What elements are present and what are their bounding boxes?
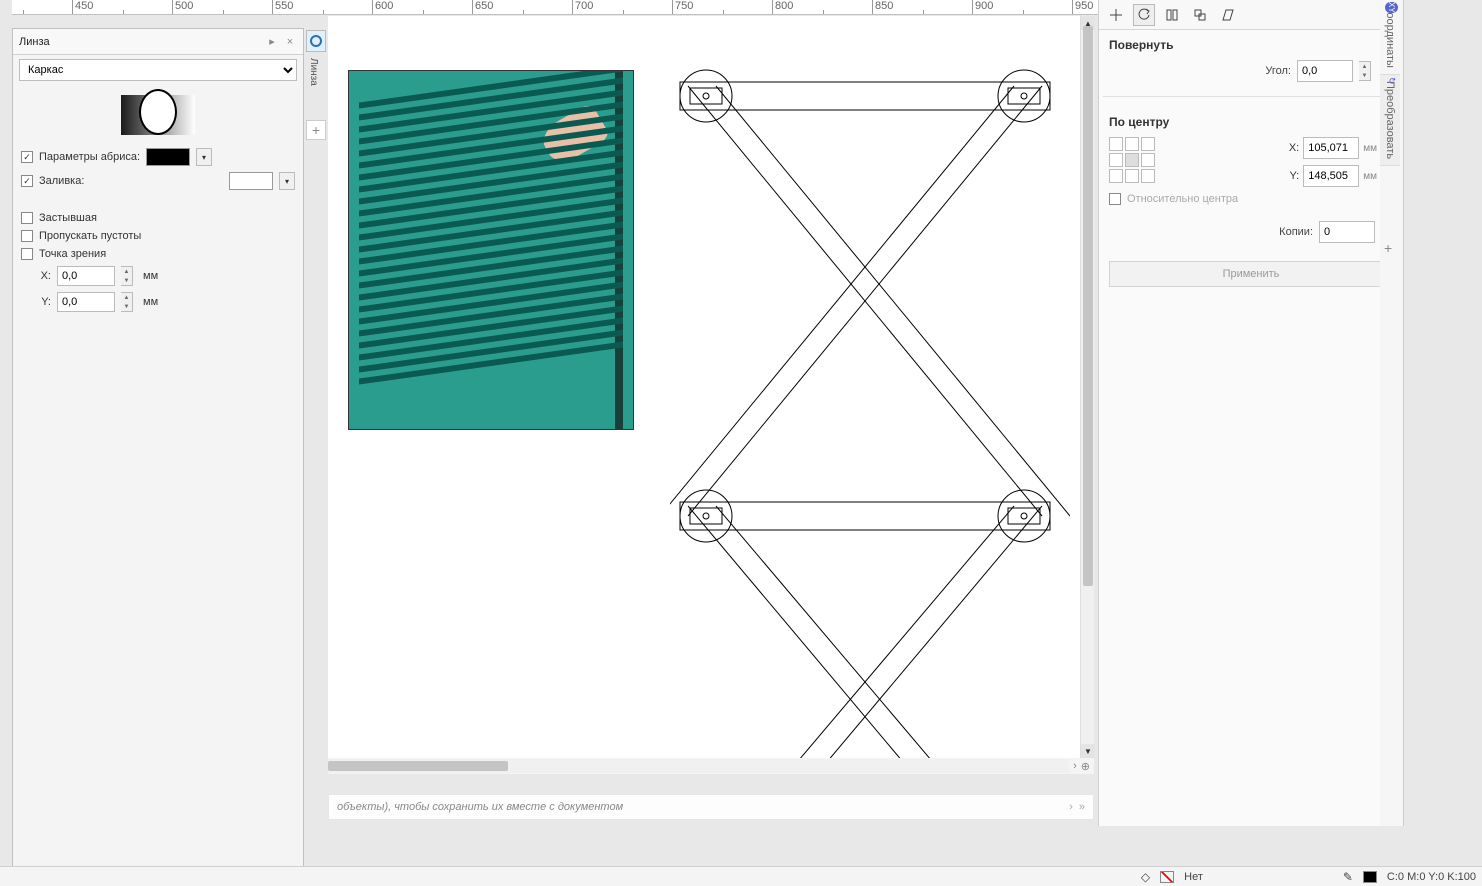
frozen-label: Застывшая [39,212,97,224]
left-docker-tabs: Линза + [306,30,326,150]
ruler-tick: 700 [572,0,672,15]
ruler-tick: 400 [12,0,72,15]
hint-text: объекты), чтобы сохранить их вместе с до… [337,801,1063,813]
viewpoint-y-input[interactable] [57,292,115,312]
fill-swatch-icon[interactable]: ◇ [1141,870,1150,884]
ruler-tick: 450 [72,0,172,15]
x-unit: мм [143,270,158,282]
scale-tab-icon[interactable] [1189,4,1211,26]
center-y-label: Y: [1285,170,1299,182]
ruler-tick: 800 [772,0,872,15]
transform-mode-tabs [1099,0,1403,30]
center-x-label: X: [1285,142,1299,154]
canvas-area[interactable] [328,16,1094,758]
scroll-down-icon[interactable]: ▼ [1081,744,1095,758]
angle-input[interactable] [1297,60,1353,82]
outline-color-well[interactable] [146,148,190,166]
lens-docker-panel: Линза ▸ × Каркас Параметры абриса: ▾ Зал… [12,28,304,874]
hint-bar: объекты), чтобы сохранить их вместе с до… [328,794,1094,820]
center-section-title: По центру [1099,107,1403,133]
ruler-tick: 600 [372,0,472,15]
collapse-icon[interactable]: ▸ [265,35,279,49]
position-tab-icon[interactable] [1105,4,1127,26]
add-docker-button[interactable]: + [306,120,326,140]
lens-type-select[interactable]: Каркас [19,59,297,81]
lens-tab-label[interactable]: Линза [306,54,321,90]
page-nav-chevron-icon[interactable]: › [1073,760,1077,773]
outline-color-swatch[interactable] [1363,871,1377,883]
reference-photo[interactable] [348,70,634,430]
anchor-center-cell[interactable] [1125,153,1139,167]
transform-badge-icon: ↻ [1387,77,1397,85]
rotate-section-title: Повернуть [1099,30,1403,56]
center-y-unit: мм [1363,171,1377,182]
fill-status-label: Нет [1184,871,1203,883]
skip-empty-label: Пропускать пустоты [39,230,141,242]
skew-tab-icon[interactable] [1217,4,1239,26]
center-x-input[interactable] [1303,137,1359,159]
coordinates-docker-tab[interactable]: XY Координаты [1380,0,1400,75]
status-bar: ◇ Нет ✎ C:0 M:0 Y:0 K:100 [0,866,1482,886]
angle-label: Угол: [1265,65,1291,77]
outline-label: Параметры абриса: [39,151,140,163]
relative-center-label: Относительно центра [1127,193,1238,205]
lens-panel-title: Линза [19,36,261,48]
skip-empty-checkbox[interactable] [21,230,33,242]
frozen-checkbox[interactable] [21,212,33,224]
ruler-tick: 650 [472,0,572,15]
horizontal-scroll-track[interactable] [328,759,1069,773]
technical-drawing[interactable] [670,66,1070,758]
canvas-horizontal-scrollbar: › ⊕ [328,758,1094,774]
right-docker-tabs: XY Координаты ↻ Преобразовать + [1380,0,1404,826]
viewpoint-y-label: Y: [21,296,51,308]
canvas-vertical-scrollbar[interactable]: ▲ ▼ [1080,16,1094,758]
ruler-tick: 850 [872,0,972,15]
outline-checkbox[interactable] [21,151,33,163]
ruler-tick: 900 [972,0,1072,15]
close-icon[interactable]: × [283,35,297,49]
fill-none-swatch[interactable] [1160,871,1174,883]
viewpoint-x-spinner[interactable]: ▲▼ [121,266,133,286]
viewpoint-x-label: X: [21,270,51,282]
transform-docker-tab[interactable]: ↻ Преобразовать [1380,75,1400,166]
zoom-tool-icon[interactable]: ⊕ [1081,760,1090,773]
copies-label: Копии: [1279,226,1313,238]
transform-docker-panel: Повернуть Угол: ▲▼ По центру X: мм ▲▼ Y:… [1098,0,1404,826]
ruler-tick: 500 [172,0,272,15]
viewpoint-checkbox[interactable] [21,248,33,260]
mirror-tab-icon[interactable] [1161,4,1183,26]
apply-button[interactable]: Применить [1109,261,1393,287]
lens-tab-icon[interactable] [306,30,326,52]
center-anchor-grid[interactable] [1109,137,1155,183]
relative-center-checkbox[interactable] [1109,193,1121,205]
viewpoint-y-spinner[interactable]: ▲▼ [121,292,133,312]
y-unit: мм [143,296,158,308]
lens-preview-thumb [13,85,303,145]
viewpoint-x-input[interactable] [57,266,115,286]
ruler-tick: 750 [672,0,772,15]
outline-pen-icon[interactable]: ✎ [1343,870,1353,884]
angle-spinner[interactable]: ▲▼ [1359,61,1371,81]
add-right-docker-button[interactable]: + [1384,240,1392,256]
fill-label: Заливка: [39,175,223,187]
horizontal-scroll-thumb[interactable] [328,761,508,771]
outline-cmyk-label: C:0 M:0 Y:0 K:100 [1387,871,1476,883]
rotate-tab-icon[interactable] [1133,4,1155,26]
hint-more-icon[interactable]: » [1079,801,1085,813]
lens-panel-titlebar[interactable]: Линза ▸ × [13,29,303,55]
outline-color-dropdown[interactable]: ▾ [196,148,212,166]
copies-input[interactable] [1319,221,1375,243]
ruler-tick: 550 [272,0,372,15]
hint-next-icon[interactable]: › [1069,801,1073,813]
center-x-unit: мм [1363,143,1377,154]
vertical-scroll-thumb[interactable] [1083,26,1093,586]
center-y-input[interactable] [1303,165,1359,187]
fill-checkbox[interactable] [21,175,33,187]
fill-color-well[interactable] [229,172,273,190]
fill-color-dropdown[interactable]: ▾ [279,172,295,190]
viewpoint-label: Точка зрения [39,248,106,260]
